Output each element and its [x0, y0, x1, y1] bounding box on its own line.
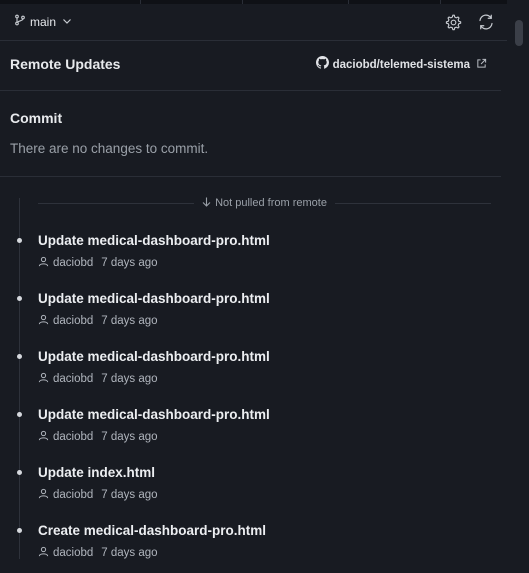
- gear-icon[interactable]: [443, 12, 463, 32]
- refresh-icon[interactable]: [476, 12, 496, 32]
- commit-dot: [17, 238, 22, 243]
- commit-time: 7 days ago: [101, 373, 158, 385]
- github-icon: [315, 56, 329, 74]
- commit-item[interactable]: Update medical-dashboard-pro.html daciob…: [0, 233, 507, 283]
- person-icon: [38, 314, 49, 328]
- commit-message: Update medical-dashboard-pro.html: [38, 349, 270, 364]
- chevron-down-icon: [62, 13, 72, 31]
- person-icon: [38, 488, 49, 502]
- commit-item[interactable]: Update medical-dashboard-pro.html daciob…: [0, 407, 507, 457]
- commit-dot: [17, 354, 22, 359]
- divider: [0, 176, 501, 177]
- branch-label: main: [30, 15, 57, 29]
- person-icon: [38, 430, 49, 444]
- commit-message: Update medical-dashboard-pro.html: [38, 407, 270, 422]
- git-branch-icon: [14, 13, 26, 31]
- external-link-icon: [476, 56, 487, 74]
- repo-name: daciobd/telemed-sistema: [332, 59, 470, 71]
- not-pulled-label: Not pulled from remote: [215, 197, 327, 209]
- commit-message: Update index.html: [38, 465, 156, 480]
- repo-link[interactable]: daciobd/telemed-sistema: [315, 56, 487, 74]
- commit-time: 7 days ago: [101, 257, 158, 269]
- commit-item[interactable]: Update index.html daciobd 7 days ago: [0, 465, 507, 515]
- commit-time: 7 days ago: [101, 431, 158, 443]
- commit-dot: [17, 412, 22, 417]
- commit-author: daciobd: [53, 431, 94, 443]
- person-icon: [38, 546, 49, 560]
- scrollbar-thumb[interactable]: [515, 20, 523, 46]
- remote-updates-title: Remote Updates: [10, 56, 121, 72]
- commit-item[interactable]: Create medical-dashboard-pro.html daciob…: [0, 523, 507, 573]
- commit-author: daciobd: [53, 547, 94, 559]
- commit-time: 7 days ago: [101, 315, 158, 327]
- arrow-down-icon: [202, 197, 211, 210]
- commit-item[interactable]: Update medical-dashboard-pro.html daciob…: [0, 349, 507, 399]
- commit-author: daciobd: [53, 257, 94, 269]
- scrollbar[interactable]: [507, 0, 529, 559]
- commit-author: daciobd: [53, 315, 94, 327]
- commit-author: daciobd: [53, 373, 94, 385]
- not-pulled-divider: Not pulled from remote: [38, 195, 492, 211]
- remote-updates-section: Remote Updates daciobd/telemed-sistema: [0, 41, 507, 91]
- commit-time: 7 days ago: [101, 489, 158, 501]
- commit-dot: [17, 470, 22, 475]
- commit-author: daciobd: [53, 489, 94, 501]
- person-icon: [38, 372, 49, 386]
- commit-message: Update medical-dashboard-pro.html: [38, 291, 270, 306]
- branch-selector[interactable]: main: [14, 13, 72, 31]
- commit-message: Create medical-dashboard-pro.html: [38, 523, 267, 538]
- divider: [0, 90, 501, 91]
- top-toolbar: main: [0, 4, 507, 41]
- commit-dot: [17, 528, 22, 533]
- commit-title: Commit: [10, 110, 63, 126]
- person-icon: [38, 256, 49, 270]
- no-changes-message: There are no changes to commit.: [10, 141, 209, 156]
- commit-message: Update medical-dashboard-pro.html: [38, 233, 270, 248]
- commit-dot: [17, 296, 22, 301]
- commit-time: 7 days ago: [101, 547, 158, 559]
- commit-item[interactable]: Update medical-dashboard-pro.html daciob…: [0, 291, 507, 341]
